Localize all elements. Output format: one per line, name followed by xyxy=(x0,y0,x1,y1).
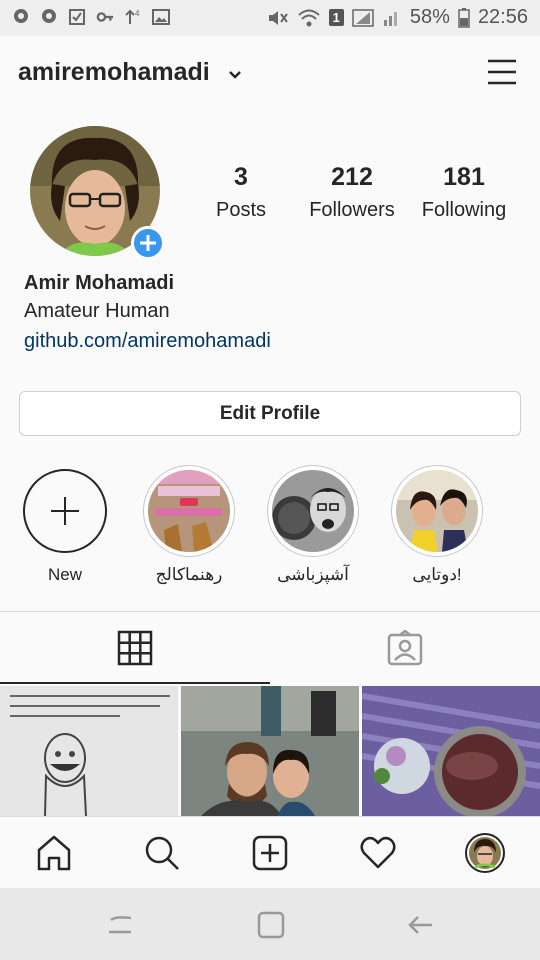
highlight-dotayi[interactable]: دوتایی! xyxy=(382,465,492,585)
posts-count[interactable]: 3 Posts xyxy=(200,160,282,226)
battery-icon xyxy=(458,7,470,28)
svg-text:4: 4 xyxy=(135,9,140,18)
nav-add-post[interactable] xyxy=(248,831,292,875)
highlight-ring xyxy=(143,465,235,557)
following-label: Following xyxy=(421,199,507,221)
active-tab-indicator xyxy=(0,682,270,684)
nav-search[interactable] xyxy=(140,831,184,875)
edit-profile-button[interactable]: Edit Profile xyxy=(19,391,521,436)
tab-grid[interactable] xyxy=(0,612,270,684)
highlight-new[interactable]: New xyxy=(10,465,120,585)
upload-notification-icon: 4 xyxy=(125,9,140,24)
post-thumbnail[interactable] xyxy=(181,686,359,816)
bio-text: Amateur Human xyxy=(24,300,170,322)
system-status: 1 58% 22:56 xyxy=(267,6,528,29)
full-name: Amir Mohamadi xyxy=(24,272,175,294)
post-thumbnail[interactable] xyxy=(362,686,540,816)
followers-label: Followers xyxy=(309,199,395,221)
search-icon xyxy=(145,836,179,870)
highlight-ring xyxy=(391,465,483,557)
followers-value: 212 xyxy=(331,163,373,191)
chat-notification-icon xyxy=(42,9,56,23)
website-link[interactable]: github.com/amiremohamadi xyxy=(24,330,271,353)
signal-icon xyxy=(352,8,374,27)
recents-icon[interactable] xyxy=(105,910,135,940)
nav-profile[interactable] xyxy=(463,831,507,875)
add-story-button[interactable] xyxy=(131,226,165,260)
chevron-down-icon[interactable] xyxy=(228,70,242,80)
following-value: 181 xyxy=(443,163,485,191)
highlight-cover xyxy=(272,470,354,552)
highlight-caption: آشپزباشی xyxy=(277,565,349,584)
highlight-ring xyxy=(267,465,359,557)
sim-badge: 1 xyxy=(328,9,344,26)
signal-bars-icon xyxy=(383,11,397,26)
profile-icon xyxy=(465,833,505,873)
back-icon[interactable] xyxy=(406,910,436,940)
chat-notification-icon xyxy=(14,9,28,23)
notification-icons: 4 xyxy=(12,8,170,26)
highlight-ashpazbashi[interactable]: آشپزباشی xyxy=(258,465,368,585)
highlight-cover xyxy=(148,470,230,552)
following-count[interactable]: 181 Following xyxy=(414,160,514,226)
system-home-icon[interactable] xyxy=(256,910,286,940)
battery-percent: 58% xyxy=(409,6,450,28)
tagged-icon xyxy=(387,630,423,666)
add-post-icon xyxy=(252,835,288,871)
highlight-caption: رهنماکالج xyxy=(155,565,223,584)
account-username[interactable]: amiremohamadi xyxy=(18,58,210,87)
followers-count[interactable]: 212 Followers xyxy=(302,160,402,226)
heart-icon xyxy=(360,836,396,869)
highlight-cover xyxy=(396,470,478,552)
plus-icon xyxy=(140,235,156,251)
posts-label: Posts xyxy=(215,199,267,221)
nav-activity[interactable] xyxy=(356,831,400,875)
tab-tagged[interactable] xyxy=(270,612,540,684)
post-thumbnail[interactable] xyxy=(0,686,178,816)
key-notification-icon xyxy=(96,12,114,22)
highlight-rahnamacollege[interactable]: رهنماکالج xyxy=(134,465,244,585)
new-highlight-ring xyxy=(23,469,107,553)
bottom-navigation xyxy=(0,816,540,888)
plus-icon xyxy=(51,497,79,525)
profile-header: amiremohamadi xyxy=(0,36,540,108)
checkbox-notification-icon xyxy=(69,9,85,25)
highlight-caption: دوتایی! xyxy=(412,565,462,584)
wifi-icon xyxy=(298,9,320,26)
system-navigation-bar xyxy=(0,888,540,960)
nav-home[interactable] xyxy=(32,831,76,875)
image-notification-icon xyxy=(152,9,170,25)
grid-icon xyxy=(117,630,153,666)
menu-icon[interactable] xyxy=(486,56,518,88)
mute-icon xyxy=(268,10,288,25)
home-icon xyxy=(37,835,71,871)
posts-grid xyxy=(0,686,540,816)
posts-value: 3 xyxy=(234,163,248,191)
highlight-caption: New xyxy=(47,565,82,584)
status-bar: 4 1 58% 22:56 xyxy=(0,0,540,36)
clock: 22:56 xyxy=(477,6,528,28)
